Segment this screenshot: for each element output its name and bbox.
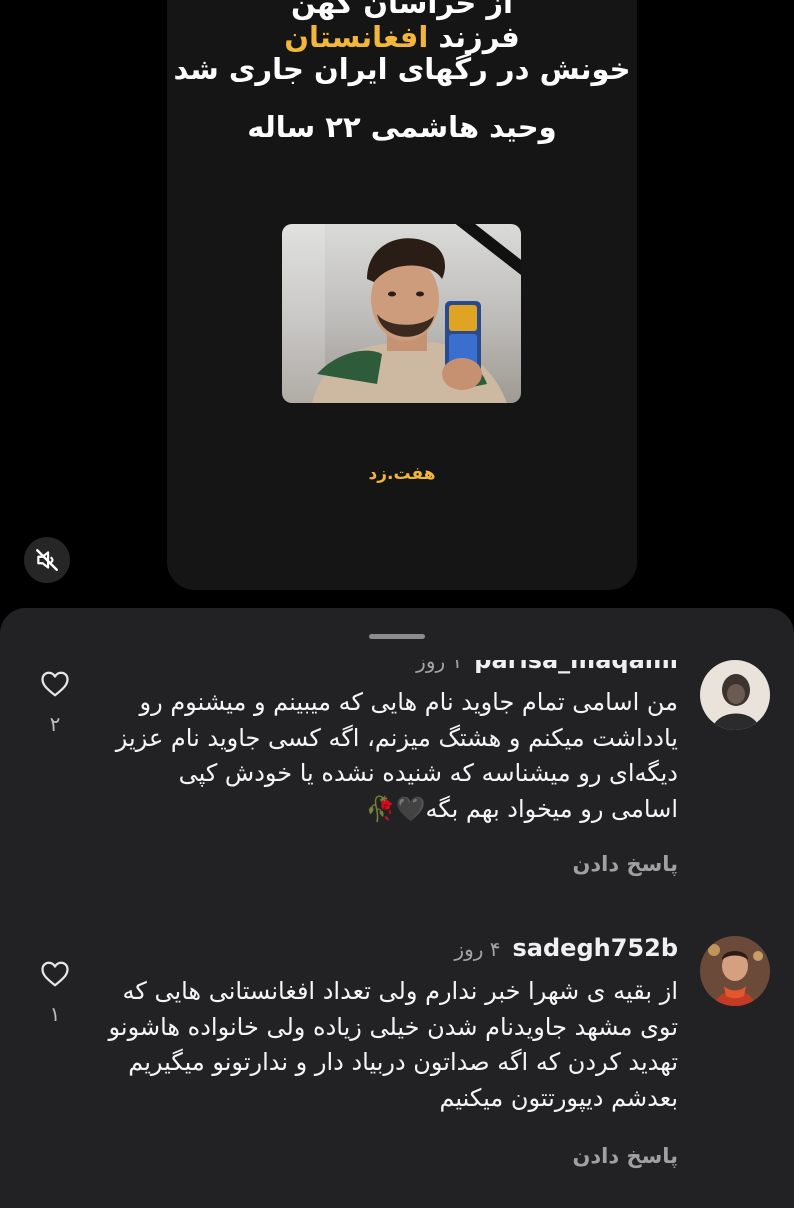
story-line-2-accent: افغانستان (284, 20, 429, 54)
comment-header: sadegh752b ۴ روز (454, 934, 678, 962)
like-count: ۲ (49, 712, 61, 736)
avatar[interactable] (700, 660, 770, 730)
comment-time: ۴ روز (454, 937, 501, 961)
comments-sheet: parisa_maqami ۱ روز من اسامی تمام جاوید … (0, 608, 794, 1208)
story-name-line: وحید هاشمی ۲۲ ساله (247, 110, 557, 144)
avatar[interactable] (700, 936, 770, 1006)
heart-outline-icon (41, 671, 69, 697)
mute-toggle-button[interactable] (24, 537, 70, 583)
reply-button[interactable]: پاسخ دادن (572, 1144, 678, 1168)
comment-item: sadegh752b ۴ روز از بقیه ی شهرا خبر ندار… (0, 928, 794, 1208)
story-title-line-3: خونش در رگهای ایران جاری شد (173, 52, 631, 86)
like-count: ۱ (49, 1002, 61, 1026)
like-button[interactable] (38, 958, 72, 990)
story-title-line-2: فرزند افغانستان (167, 20, 637, 54)
comment-text: از بقیه ی شهرا خبر ندارم ولی تعداد افغان… (108, 977, 678, 1112)
comment-text: من اسامی تمام جاوید نام هایی که میبینم و… (115, 688, 678, 823)
reply-button[interactable]: پاسخ دادن (572, 852, 678, 876)
memorial-photo (282, 224, 521, 403)
story-watermark: هفت.زد (368, 464, 436, 484)
sheet-top-edge (0, 608, 794, 660)
heart-outline-icon (41, 961, 69, 987)
drag-handle[interactable] (369, 634, 425, 639)
story-area: از خراسان کهن فرزند افغانستان خونش در رگ… (0, 0, 794, 620)
speaker-muted-icon (36, 549, 58, 571)
comment-username[interactable]: sadegh752b (513, 934, 678, 962)
like-button[interactable] (38, 668, 72, 700)
story-title-line-1: از خراسان کهن (291, 0, 513, 20)
story-line-2-prefix: فرزند (428, 20, 520, 54)
